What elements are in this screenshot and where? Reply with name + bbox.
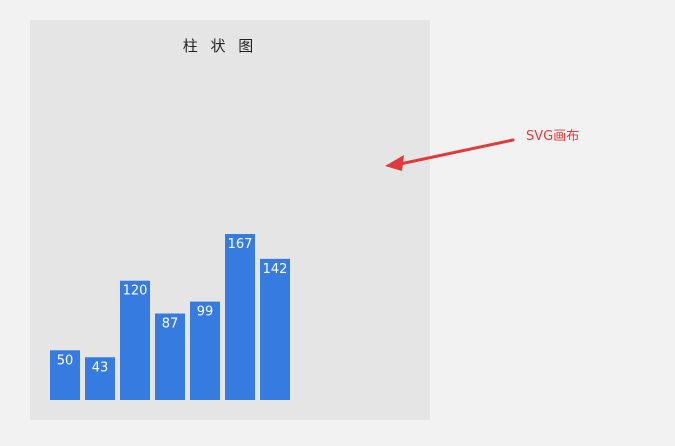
bar-chart: 柱 状 图 50 43 120 87 99 167 142 xyxy=(50,37,290,400)
bar-label-6: 167 xyxy=(228,237,253,252)
chart-title: 柱 状 图 xyxy=(183,37,258,55)
annotation-label: SVG画布 xyxy=(526,129,580,144)
bar-label-3: 120 xyxy=(123,284,148,299)
svg-canvas: 柱 状 图 50 43 120 87 99 167 142 xyxy=(30,20,430,420)
bars-group: 50 43 120 87 99 167 142 xyxy=(50,234,290,400)
bar-label-1: 50 xyxy=(57,353,74,368)
bar-6 xyxy=(225,234,255,400)
page: 柱 状 图 50 43 120 87 99 167 142 SVG画布 xyxy=(0,0,675,446)
bar-label-7: 142 xyxy=(263,262,288,277)
bar-label-2: 43 xyxy=(92,360,109,375)
bar-7 xyxy=(260,258,290,400)
bar-label-4: 87 xyxy=(162,317,179,332)
bar-label-5: 99 xyxy=(197,305,214,320)
